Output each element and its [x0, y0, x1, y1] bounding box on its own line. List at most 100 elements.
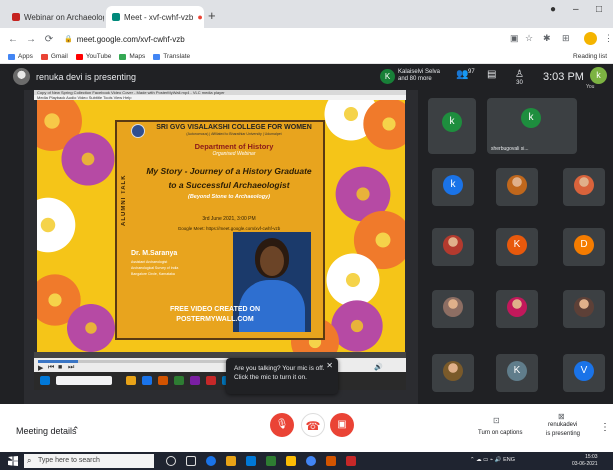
- chrome-icon: [142, 376, 152, 385]
- people-more: and 80 more: [398, 76, 432, 82]
- participant-tile[interactable]: D: [563, 228, 605, 266]
- back-arrow-icon[interactable]: ←: [8, 34, 18, 45]
- store-icon[interactable]: [246, 456, 256, 466]
- vlc-next-icon[interactable]: ⏭: [68, 364, 74, 372]
- bookmark-gmail[interactable]: Gmail: [40, 53, 68, 60]
- extension-icon[interactable]: ✱: [543, 33, 551, 44]
- edge-icon[interactable]: [206, 456, 216, 466]
- app-icon[interactable]: [286, 456, 296, 466]
- people-icon: 👥: [456, 69, 469, 80]
- app-icon: [174, 376, 184, 385]
- close-tab-icon[interactable]: ✕: [203, 12, 204, 23]
- chevron-up-icon[interactable]: ⌃: [72, 425, 80, 436]
- activities-button[interactable]: ♙ 30: [515, 69, 524, 86]
- app-icon: [190, 376, 200, 385]
- presenting-label[interactable]: is presenting: [546, 431, 580, 437]
- account-dot-icon[interactable]: ●: [550, 4, 556, 15]
- participant-photo: [574, 175, 594, 195]
- meet-top-bar: renuka devi is presenting K Kalaiselvi S…: [0, 64, 613, 90]
- vlc-volume-icon[interactable]: 🔊: [374, 363, 383, 371]
- mic-toggle-button[interactable]: 🎙: [270, 413, 294, 437]
- bookmark-apps[interactable]: Apps: [8, 53, 33, 60]
- captions-label[interactable]: Turn on captions: [478, 430, 522, 436]
- tab-meet[interactable]: Meet - xvf-cwhf-vzb ● ✕: [106, 6, 204, 28]
- bookmark-label: Apps: [18, 53, 33, 60]
- browser-menu-icon[interactable]: ⋮: [604, 33, 613, 44]
- tab-webinar[interactable]: Webinar on Archaeology - 10/... ✕: [6, 6, 104, 28]
- leave-call-button[interactable]: ☎: [301, 413, 325, 437]
- bookmark-star-icon[interactable]: ☆: [525, 33, 533, 44]
- participant-tile[interactable]: k: [428, 98, 476, 154]
- presenter-name-label[interactable]: renukadevi: [548, 422, 577, 428]
- speaker-role: Bangalore Circle, Karnataka: [131, 272, 175, 276]
- file-explorer-icon[interactable]: [226, 456, 236, 466]
- camera-off-icon: ▣: [337, 419, 347, 430]
- meet-control-bar: Meeting details ⌃ 🎙 ☎ ▣ ⊡ Turn on captio…: [0, 404, 613, 448]
- taskbar-search-box[interactable]: ⌕ Type here to search: [24, 454, 154, 468]
- participant-tile[interactable]: V: [563, 354, 605, 392]
- cortana-icon[interactable]: [166, 456, 176, 466]
- captions-icon[interactable]: ⊡: [493, 416, 500, 425]
- participant-photo: [507, 297, 527, 317]
- bookmark-label: YouTube: [85, 53, 112, 60]
- reading-list-button[interactable]: Reading list: [573, 53, 607, 60]
- camera-toggle-button[interactable]: ▣: [330, 413, 354, 437]
- profile-avatar[interactable]: [584, 32, 597, 45]
- task-view-icon[interactable]: [186, 456, 196, 466]
- self-avatar[interactable]: k: [590, 67, 607, 84]
- more-options-icon[interactable]: ⋮: [600, 422, 610, 433]
- maximize-button[interactable]: □: [596, 4, 602, 15]
- presenter-search-box: [56, 376, 112, 385]
- camera-blocked-icon[interactable]: ▣: [510, 33, 519, 44]
- meeting-details-button[interactable]: Meeting details: [16, 426, 77, 436]
- webinar-date: 3rd June 2021, 3:00 PM: [202, 216, 256, 222]
- participant-name: sherbugovali si...: [491, 146, 529, 152]
- participant-tile[interactable]: [496, 168, 538, 206]
- bookmarks-bar: Apps Gmail YouTube Maps Translate Readin…: [0, 50, 613, 64]
- extensions-puzzle-icon[interactable]: ⊞: [562, 33, 570, 44]
- participant-tile[interactable]: K: [496, 354, 538, 392]
- bookmark-youtube[interactable]: YouTube: [75, 53, 112, 60]
- minimize-button[interactable]: –: [573, 4, 579, 15]
- speaker-face: [260, 246, 284, 276]
- chat-button[interactable]: ▤: [487, 69, 496, 80]
- participant-tile[interactable]: [432, 290, 474, 328]
- participants-button[interactable]: 👥: [456, 69, 468, 80]
- speaker-name: Dr. M.Saranya: [131, 250, 178, 257]
- app-icon[interactable]: [346, 456, 356, 466]
- participant-tile[interactable]: [496, 290, 538, 328]
- dropbox-icon[interactable]: [266, 456, 276, 466]
- screen: Webinar on Archaeology - 10/... ✕ Meet -…: [0, 0, 613, 470]
- participant-tile[interactable]: K: [496, 228, 538, 266]
- mic-off-tooltip: Are you talking? Your mic is off. Click …: [226, 358, 338, 394]
- url-field[interactable]: 🔒 meet.google.com/xvf-cwhf-vzb: [64, 35, 185, 44]
- search-icon: ⌕: [27, 456, 32, 465]
- vlc-seek-bar[interactable]: [38, 360, 258, 363]
- windows-start-icon[interactable]: [8, 456, 18, 466]
- participant-tile[interactable]: [432, 228, 474, 266]
- bookmark-translate[interactable]: Translate: [153, 53, 190, 60]
- people-summary[interactable]: Kalaiselvi Selva and 80 more: [398, 69, 440, 83]
- vlc-prev-icon[interactable]: ⏮: [48, 364, 54, 372]
- pinned-participant-tile[interactable]: k sherbugovali si...: [487, 98, 577, 154]
- participant-tile[interactable]: [563, 290, 605, 328]
- new-tab-button[interactable]: +: [208, 8, 216, 23]
- present-screen-icon[interactable]: ⊠: [558, 412, 565, 421]
- participant-tile[interactable]: [563, 168, 605, 206]
- participant-tile[interactable]: [432, 354, 474, 392]
- presenter-avatar: [13, 68, 30, 85]
- people-avatar[interactable]: K: [380, 69, 395, 84]
- forward-arrow-icon[interactable]: →: [26, 34, 36, 45]
- vlc-icon[interactable]: [326, 456, 336, 466]
- clock-date: 03-06-2021: [572, 461, 598, 467]
- system-tray[interactable]: ⌃ ☁ ▭ ⌁ 🔊 ENG: [470, 457, 515, 463]
- chrome-icon[interactable]: [306, 456, 316, 466]
- close-icon[interactable]: ✕: [326, 361, 333, 370]
- bookmark-label: Maps: [129, 53, 146, 60]
- reload-icon[interactable]: ⟳: [44, 34, 54, 45]
- system-clock[interactable]: 15:03 03-06-2021: [572, 454, 598, 468]
- bookmark-maps[interactable]: Maps: [119, 53, 145, 60]
- vlc-play-icon[interactable]: ▶: [38, 364, 43, 372]
- participant-tile[interactable]: k: [432, 168, 474, 206]
- vlc-stop-icon[interactable]: ■: [58, 364, 62, 371]
